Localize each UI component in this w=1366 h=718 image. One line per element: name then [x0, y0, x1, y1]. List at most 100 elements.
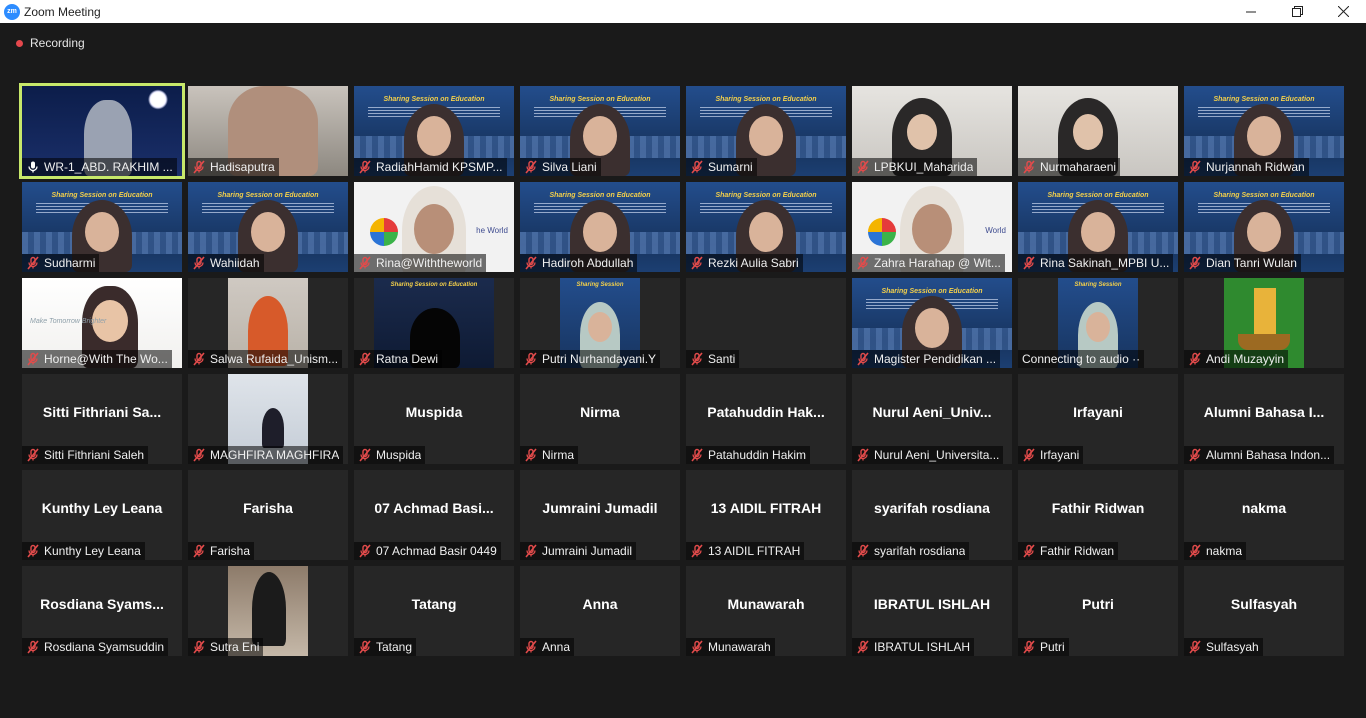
recording-indicator[interactable]: Recording — [8, 32, 93, 54]
participant-tile[interactable]: Irfayani Irfayani — [1018, 374, 1178, 464]
mic-muted-icon — [1022, 160, 1036, 174]
participant-name-label: Rosdiana Syamsuddin — [22, 638, 169, 656]
mic-muted-icon — [1188, 544, 1202, 558]
participant-tile[interactable]: Sulfasyah Sulfasyah — [1184, 566, 1344, 656]
participant-display-name: Tatang — [411, 596, 457, 612]
participant-name-label: RadiahHamid KPSMP... — [354, 158, 507, 176]
participant-tile[interactable]: Patahuddin Hak... Patahuddin Hakim — [686, 374, 846, 464]
participant-name: Nurmaharaeni — [1040, 160, 1117, 174]
participant-tile[interactable]: Sharing Session on Education Rezki Aulia … — [686, 182, 846, 272]
participant-name: Ratna Dewi — [376, 352, 439, 366]
participant-tile[interactable]: Sutra Eni — [188, 566, 348, 656]
participant-tile[interactable]: Sharing Session on Education Wahiidah — [188, 182, 348, 272]
window-title: Zoom Meeting — [24, 4, 101, 19]
participant-name-label: LPBKUI_Maharida — [852, 158, 978, 176]
window-controls — [1228, 0, 1366, 23]
participant-tile[interactable]: MAGHFIRA MAGHFIRA — [188, 374, 348, 464]
participant-tile[interactable]: Anna Anna — [520, 566, 680, 656]
participant-name-label: 13 AIDIL FITRAH — [686, 542, 805, 560]
participant-name-label: Santi — [686, 350, 740, 368]
participant-name: Sulfasyah — [1206, 640, 1259, 654]
mic-muted-icon — [524, 352, 538, 366]
participant-display-name: nakma — [1241, 500, 1287, 516]
participant-display-name: Fathir Ridwan — [1051, 500, 1145, 516]
participant-name-label: Sudharmi — [22, 254, 100, 272]
participant-tile[interactable]: Jumraini Jumadil Jumraini Jumadil — [520, 470, 680, 560]
participant-tile[interactable]: Farisha Farisha — [188, 470, 348, 560]
close-button[interactable] — [1320, 0, 1366, 23]
mic-muted-icon — [358, 544, 372, 558]
participant-tile[interactable]: Sharing Session on Education Nurjannah Ri… — [1184, 86, 1344, 176]
participant-tile[interactable]: nakma nakma — [1184, 470, 1344, 560]
participant-tile[interactable]: Hadisaputra — [188, 86, 348, 176]
participant-tile[interactable]: IBRATUL ISHLAH IBRATUL ISHLAH — [852, 566, 1012, 656]
participant-tile[interactable]: Sharing Session Connecting to audio ·· — [1018, 278, 1178, 368]
participant-tile[interactable]: Sharing Session on Education Dian Tanri W… — [1184, 182, 1344, 272]
participant-name-label: MAGHFIRA MAGHFIRA — [188, 446, 344, 464]
window-titlebar: zm Zoom Meeting — [0, 0, 1366, 23]
video-overlay-text: Make Tomorrow Brighter — [30, 318, 107, 325]
participant-tile[interactable]: LPBKUI_Maharida — [852, 86, 1012, 176]
participant-name-label: Kunthy Ley Leana — [22, 542, 145, 560]
participant-display-name: IBRATUL ISHLAH — [873, 596, 991, 612]
participant-name-label: WR-1_ABD. RAKHIM ... — [22, 158, 177, 176]
participant-name: Munawarah — [708, 640, 771, 654]
participant-tile[interactable]: World Zahra Harahap @ Wit... — [852, 182, 1012, 272]
participant-display-name: Kunthy Ley Leana — [41, 500, 163, 516]
participant-tile[interactable]: Sharing Session Putri Nurhandayani.Y — [520, 278, 680, 368]
participant-tile[interactable]: Tatang Tatang — [354, 566, 514, 656]
participant-tile[interactable]: 13 AIDIL FITRAH 13 AIDIL FITRAH — [686, 470, 846, 560]
participant-display-name: Putri — [1082, 596, 1114, 612]
participant-tile[interactable]: syarifah rosdiana syarifah rosdiana — [852, 470, 1012, 560]
mic-muted-icon — [856, 544, 870, 558]
participant-name: Rosdiana Syamsuddin — [44, 640, 165, 654]
mic-muted-icon — [192, 352, 206, 366]
participant-name-label: 07 Achmad Basir 0449 — [354, 542, 501, 560]
restore-button[interactable] — [1274, 0, 1320, 23]
participant-name-label: Sumarni — [686, 158, 757, 176]
mic-muted-icon — [856, 448, 870, 462]
participant-tile[interactable]: he World Rina@Withtheworld — [354, 182, 514, 272]
participant-tile[interactable]: Salwa Rufaida_Unism... — [188, 278, 348, 368]
minimize-button[interactable] — [1228, 0, 1274, 23]
participant-tile[interactable]: Sharing Session on Education Ratna Dewi — [354, 278, 514, 368]
participant-tile[interactable]: Alumni Bahasa I... Alumni Bahasa Indon... — [1184, 374, 1344, 464]
participant-display-name: Patahuddin Hak... — [707, 404, 825, 420]
participant-tile[interactable]: Sharing Session on Education Hadiroh Abdu… — [520, 182, 680, 272]
participant-name-label: Anna — [520, 638, 575, 656]
participant-tile[interactable]: Kunthy Ley Leana Kunthy Ley Leana — [22, 470, 182, 560]
participant-tile[interactable]: Munawarah Munawarah — [686, 566, 846, 656]
participant-tile[interactable]: Muspida Muspida — [354, 374, 514, 464]
participant-display-name: Alumni Bahasa I... — [1203, 404, 1325, 420]
participant-tile[interactable]: Rosdiana Syams... Rosdiana Syamsuddin — [22, 566, 182, 656]
participant-name-label: Hadiroh Abdullah — [520, 254, 638, 272]
participant-tile[interactable]: Nirma Nirma — [520, 374, 680, 464]
participant-tile[interactable]: Sharing Session on Education Sudharmi — [22, 182, 182, 272]
participant-tile[interactable]: Andi Muzayyin — [1184, 278, 1344, 368]
participant-name-label: Rina Sakinah_MPBI U... — [1018, 254, 1174, 272]
participant-display-name: Sulfasyah — [1230, 596, 1298, 612]
participant-tile[interactable]: Sharing Session on Education Rina Sakinah… — [1018, 182, 1178, 272]
participant-tile[interactable]: Sharing Session on Education Magister Pen… — [852, 278, 1012, 368]
mic-muted-icon — [26, 544, 40, 558]
mic-muted-icon — [358, 352, 372, 366]
participant-tile[interactable]: Putri Putri — [1018, 566, 1178, 656]
participant-tile[interactable]: Sharing Session on Education RadiahHamid … — [354, 86, 514, 176]
participant-tile[interactable]: 07 Achmad Basi... 07 Achmad Basir 0449 — [354, 470, 514, 560]
participant-tile[interactable]: Nurul Aeni_Univ... Nurul Aeni_Universita.… — [852, 374, 1012, 464]
participant-tile[interactable]: Make Tomorrow Brighter Horne@With The Wo.… — [22, 278, 182, 368]
participant-tile[interactable]: Santi — [686, 278, 846, 368]
participant-name-label: Zahra Harahap @ Wit... — [852, 254, 1005, 272]
participant-tile[interactable]: Nurmaharaeni — [1018, 86, 1178, 176]
mic-muted-icon — [524, 160, 538, 174]
participant-name-label: Magister Pendidikan ... — [852, 350, 1001, 368]
participant-tile[interactable]: Sitti Fithriani Sa... Sitti Fithriani Sal… — [22, 374, 182, 464]
participant-name: Kunthy Ley Leana — [44, 544, 141, 558]
participant-name: Horne@With The Wo... — [44, 352, 168, 366]
participant-tile[interactable]: WR-1_ABD. RAKHIM ... — [19, 83, 185, 179]
participant-tile[interactable]: Fathir Ridwan Fathir Ridwan — [1018, 470, 1178, 560]
participant-tile[interactable]: Sharing Session on Education Sumarni — [686, 86, 846, 176]
participant-tile[interactable]: Sharing Session on Education Silva Liani — [520, 86, 680, 176]
participant-name-label: Tatang — [354, 638, 417, 656]
participant-display-name: Jumraini Jumadil — [542, 500, 658, 516]
